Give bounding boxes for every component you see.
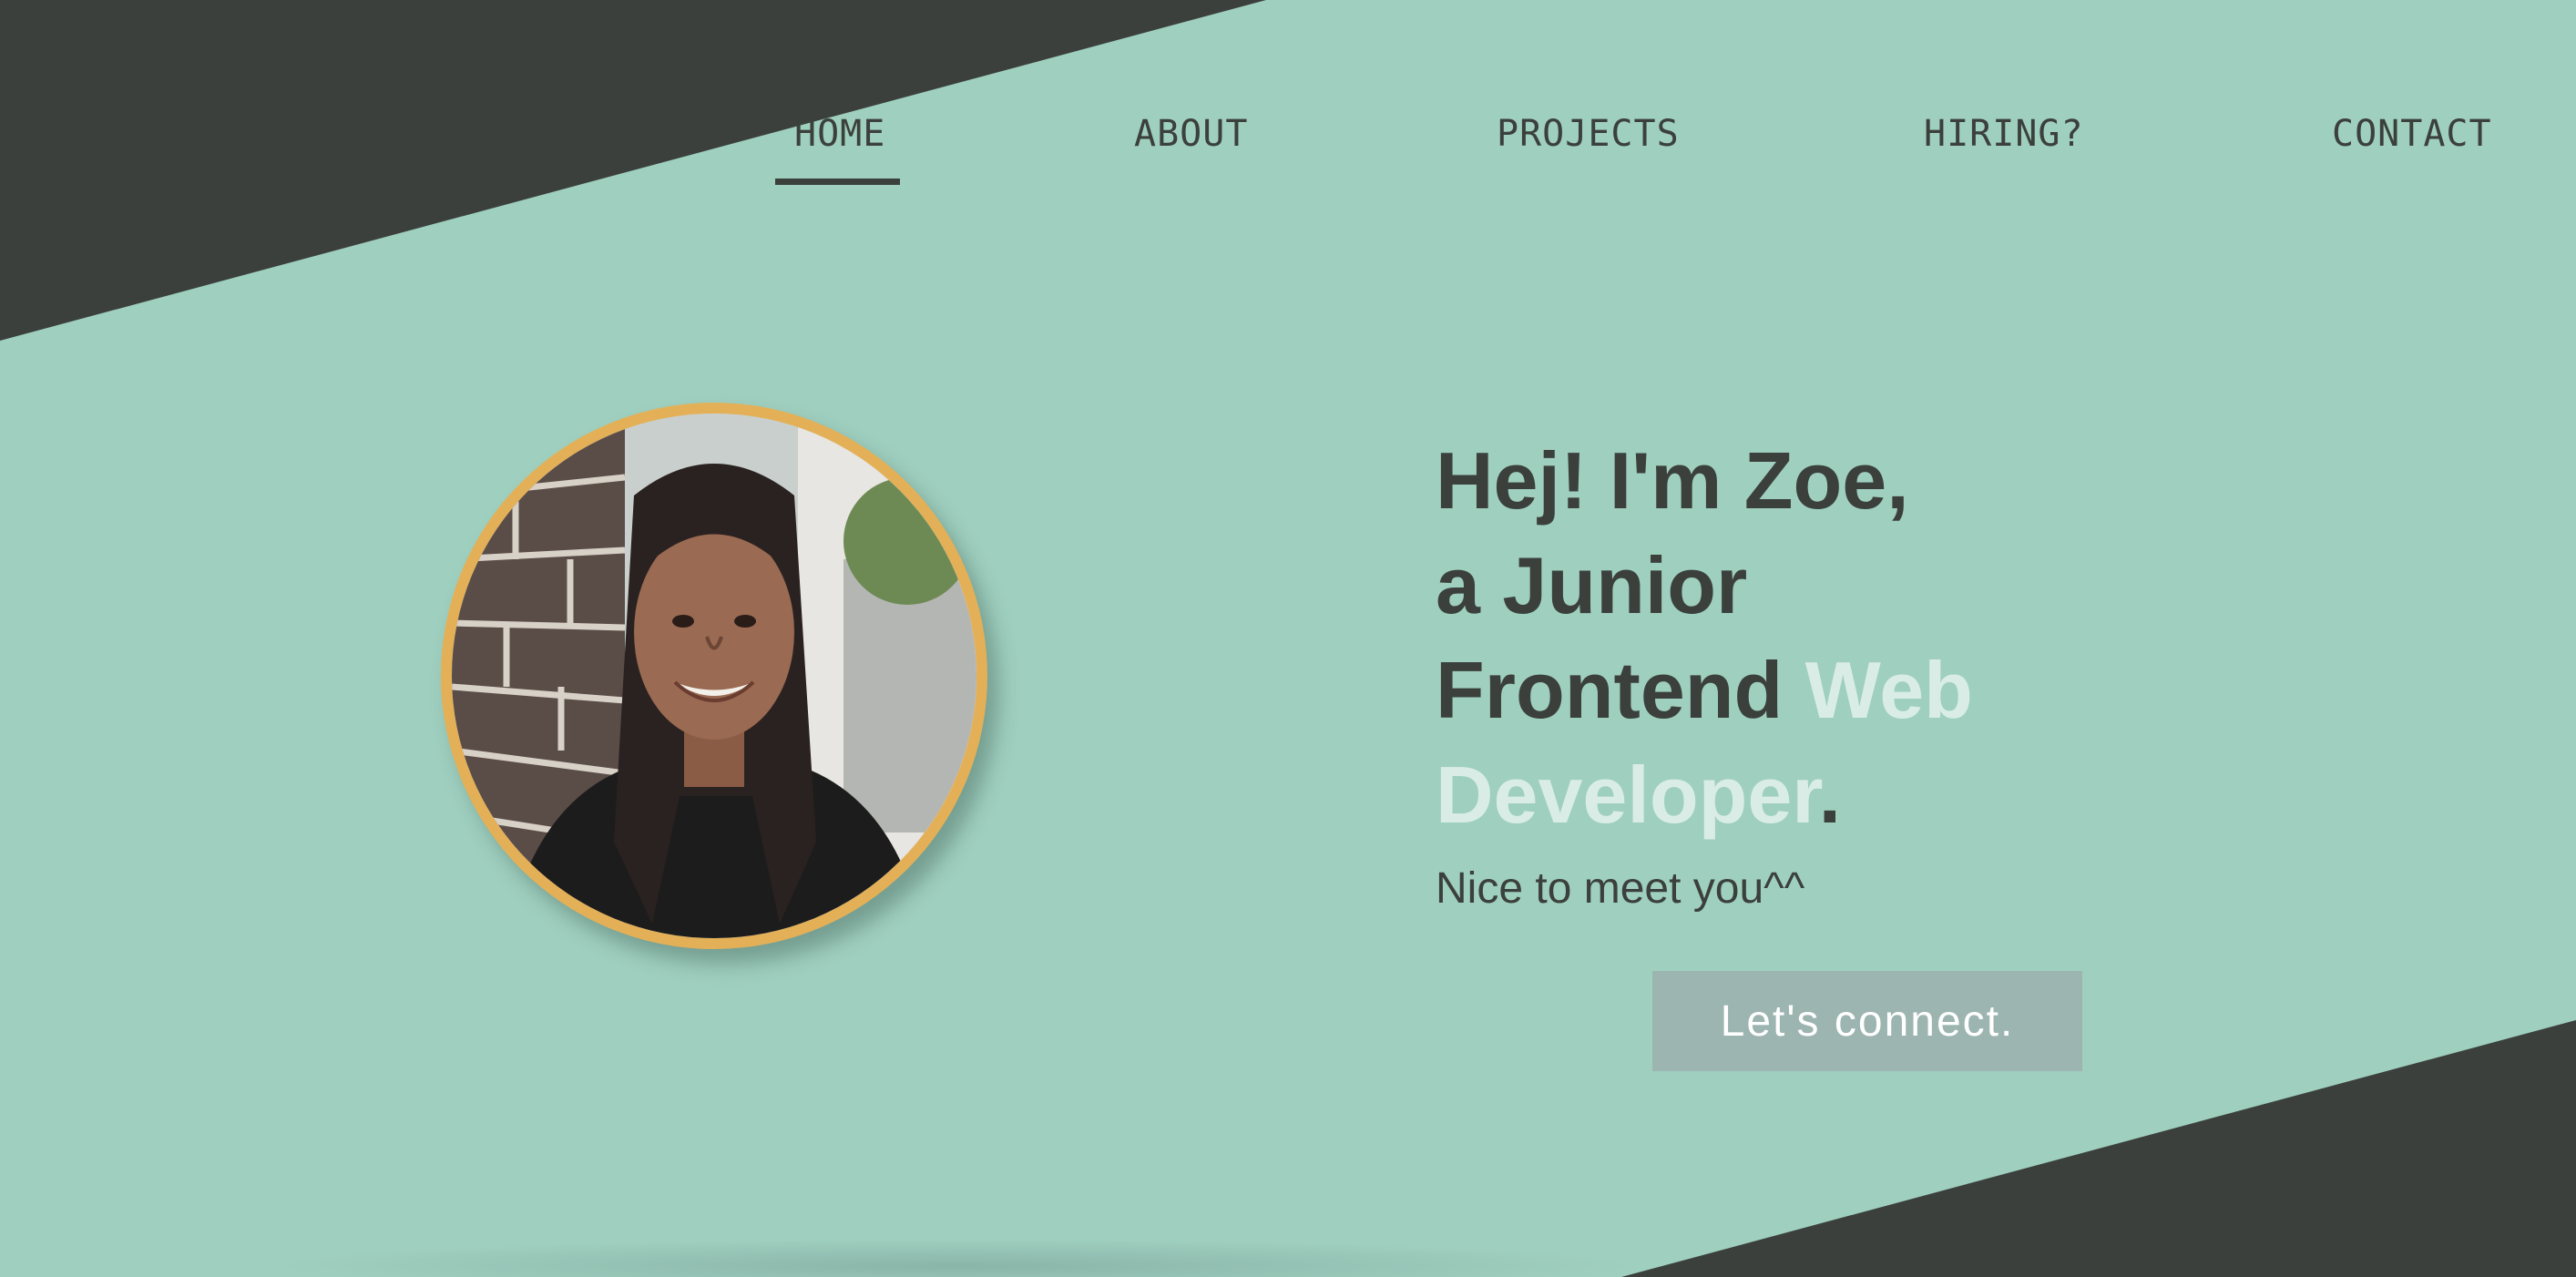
nav-item-home[interactable]: HOME xyxy=(794,113,885,155)
nav-item-about[interactable]: ABOUT xyxy=(1134,113,1248,155)
headline-accent-developer: Developer xyxy=(1436,750,1819,840)
nav-item-contact[interactable]: CONTACT xyxy=(2332,113,2492,155)
nav-item-hiring[interactable]: HIRING? xyxy=(1924,113,2084,155)
hero-headline: Hej! I'm Zoe, a Junior Frontend Web Develop… xyxy=(1436,428,2255,847)
nav-active-underline xyxy=(775,179,900,185)
hero-subtitle: Nice to meet you^^ xyxy=(1436,864,1805,913)
avatar xyxy=(441,403,987,949)
lets-connect-button[interactable]: Let's connect. xyxy=(1652,971,2082,1071)
headline-accent-web: Web xyxy=(1804,645,1973,735)
headline-line3: Frontend xyxy=(1436,645,1805,735)
headline-period: . xyxy=(1818,750,1842,840)
main-nav: HOME ABOUT PROJECTS HIRING? CONTACT xyxy=(0,113,2576,186)
headline-line1: Hej! I'm Zoe, xyxy=(1436,435,1909,526)
headline-line2: a Junior xyxy=(1436,540,1748,630)
page: HOME ABOUT PROJECTS HIRING? CONTACT Hej!… xyxy=(0,0,2576,1277)
nav-item-projects[interactable]: PROJECTS xyxy=(1497,113,1680,155)
profile-photo-icon xyxy=(452,414,976,938)
bottom-shadow xyxy=(273,1239,1640,1277)
